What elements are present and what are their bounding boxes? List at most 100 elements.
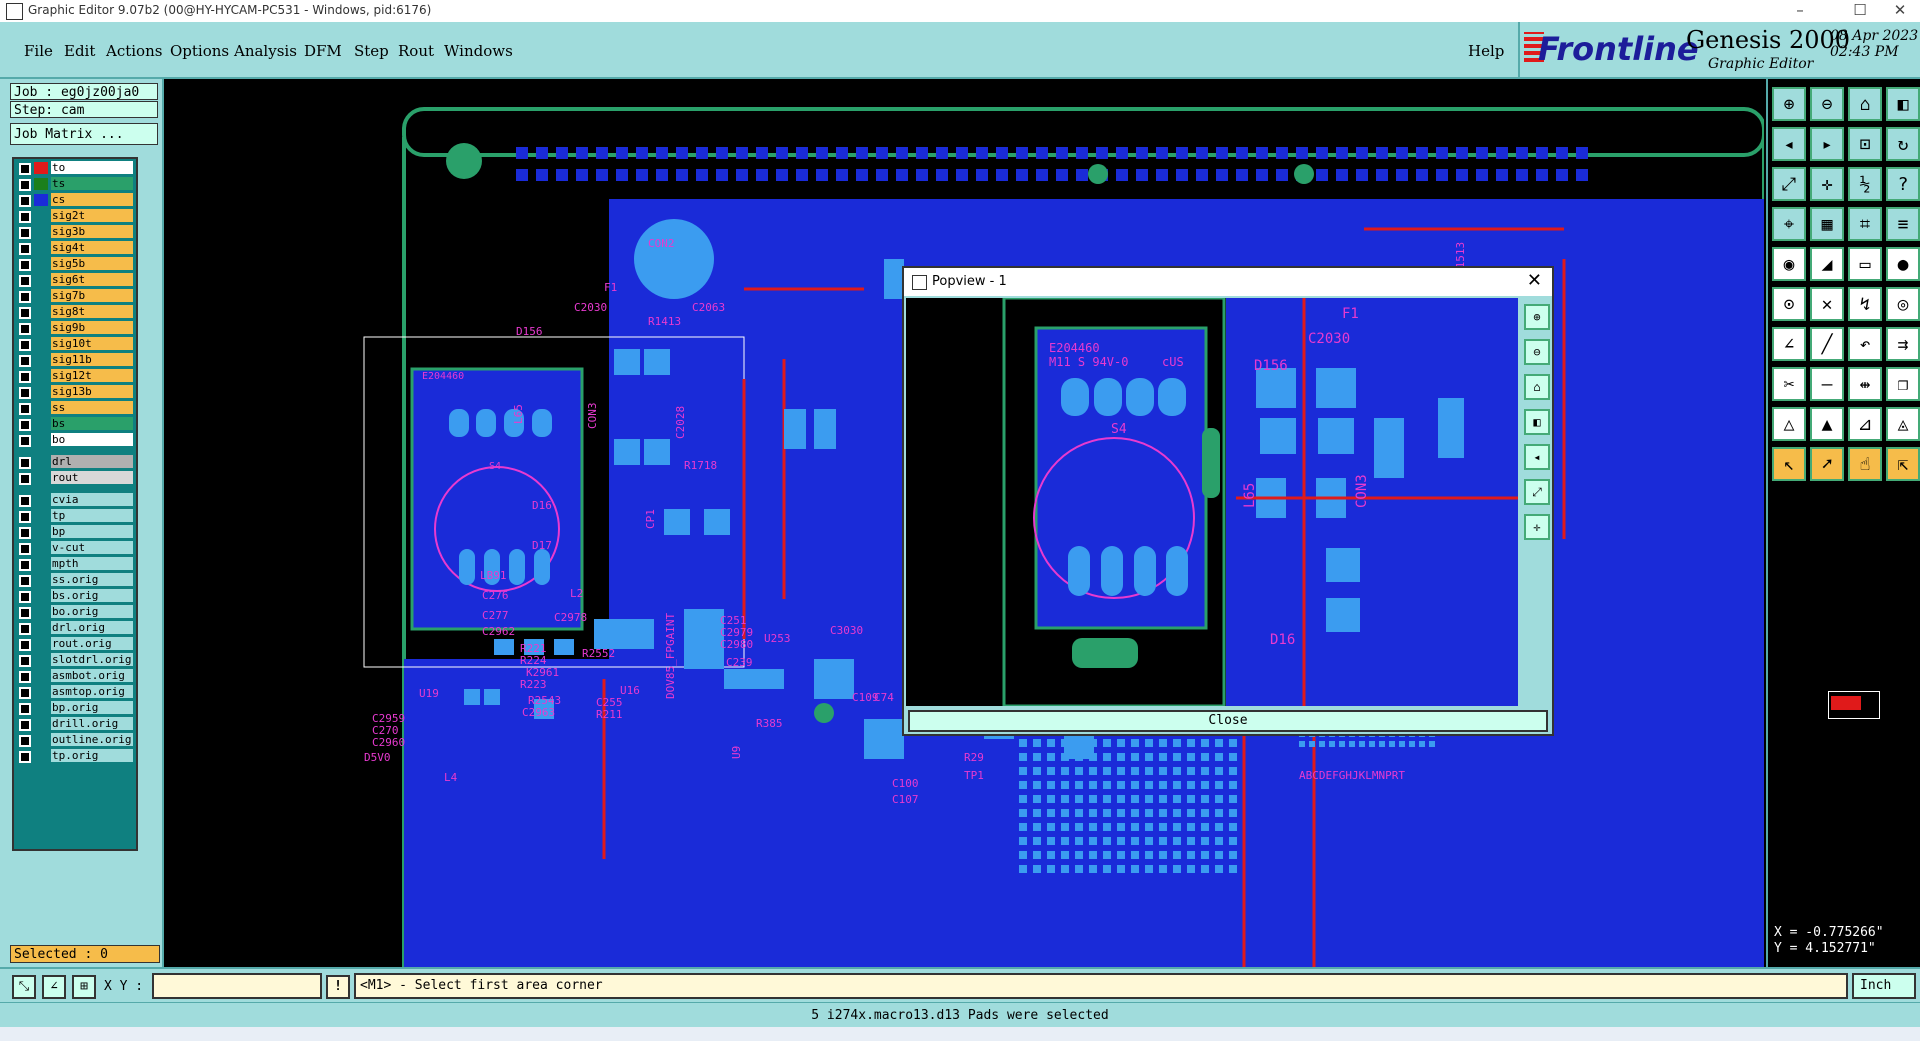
layer-checkbox[interactable] — [19, 687, 31, 699]
layer-row-sig3b[interactable]: sig3b — [14, 225, 134, 239]
layer-checkbox[interactable] — [19, 227, 31, 239]
layer-checkbox[interactable] — [19, 639, 31, 651]
center-icon[interactable]: ✛ — [1810, 167, 1844, 201]
menu-file[interactable]: File — [24, 42, 53, 60]
layer-checkbox[interactable] — [19, 473, 31, 485]
zoom-in-icon[interactable]: ⊕ — [1772, 87, 1806, 121]
layer-name[interactable]: sig2t — [51, 209, 133, 222]
triangle-fill-icon[interactable]: ⊿ — [1848, 407, 1882, 441]
layer-checkbox[interactable] — [19, 275, 31, 287]
pan-left-icon[interactable]: ◂ — [1772, 127, 1806, 161]
layer-checkbox[interactable] — [19, 355, 31, 367]
pop-center-icon[interactable]: ✛ — [1524, 514, 1550, 540]
job-matrix-button[interactable]: Job Matrix ... — [10, 123, 158, 145]
redraw-icon[interactable]: ↻ — [1886, 127, 1920, 161]
layer-name[interactable]: asmbot.orig — [51, 669, 133, 682]
layer-row-tp-orig[interactable]: tp.orig — [14, 749, 134, 763]
layer-name[interactable]: cs — [51, 193, 133, 206]
layer-name[interactable]: drl — [51, 455, 133, 468]
layer-name[interactable]: bs — [51, 417, 133, 430]
layer-name[interactable]: tp — [51, 509, 133, 522]
menu-analysis[interactable]: Analysis — [234, 42, 297, 60]
layer-name[interactable]: v-cut — [51, 541, 133, 554]
layer-checkbox[interactable] — [19, 607, 31, 619]
layer-row-sig4t[interactable]: sig4t — [14, 241, 134, 255]
draw-icon[interactable]: ◢ — [1810, 247, 1844, 281]
snap-icon[interactable]: ⌗ — [1848, 207, 1882, 241]
layer-checkbox[interactable] — [19, 291, 31, 303]
layer-checkbox[interactable] — [19, 419, 31, 431]
layer-row-outline-orig[interactable]: outline.orig — [14, 733, 134, 747]
layer-checkbox[interactable] — [19, 559, 31, 571]
layer-row-to[interactable]: to — [14, 161, 134, 175]
triangle-alt-icon[interactable]: ▲ — [1810, 407, 1844, 441]
pan-right-icon[interactable]: ▸ — [1810, 127, 1844, 161]
layer-name[interactable]: rout — [51, 471, 133, 484]
layer-row-v-cut[interactable]: v-cut — [14, 541, 134, 555]
layer-name[interactable]: sig8t — [51, 305, 133, 318]
layer-checkbox[interactable] — [19, 163, 31, 175]
zoom-prev-icon[interactable]: ◧ — [1886, 87, 1920, 121]
layer-name[interactable]: drl.orig — [51, 621, 133, 634]
layer-checkbox[interactable] — [19, 751, 31, 763]
triangle-outline-icon[interactable]: ◬ — [1886, 407, 1920, 441]
measure-tool-icon[interactable]: ∠ — [42, 975, 66, 999]
maximize-button[interactable]: ☐ — [1840, 1, 1880, 19]
layer-row-cvia[interactable]: cvia — [14, 493, 134, 507]
layer-name[interactable]: bo — [51, 433, 133, 446]
units-select[interactable]: Inch — [1852, 973, 1916, 999]
layer-row-bp-orig[interactable]: bp.orig — [14, 701, 134, 715]
popview-canvas[interactable]: E204460 M11 S 94V-0 cUS S4 F1 C2030 D156 L65 CON… — [906, 298, 1518, 706]
layer-row-sig7b[interactable]: sig7b — [14, 289, 134, 303]
layer-row-asmtop-orig[interactable]: asmtop.orig — [14, 685, 134, 699]
layer-row-sig10t[interactable]: sig10t — [14, 337, 134, 351]
layer-color-swatch[interactable] — [34, 194, 48, 206]
layer-row-ss-orig[interactable]: ss.orig — [14, 573, 134, 587]
layer-icon[interactable]: ≡ — [1886, 207, 1920, 241]
layer-name[interactable]: drill.orig — [51, 717, 133, 730]
node-icon[interactable]: ⊙ — [1772, 287, 1806, 321]
layer-row-sig6t[interactable]: sig6t — [14, 273, 134, 287]
layer-checkbox[interactable] — [19, 671, 31, 683]
layer-name[interactable]: sig11b — [51, 353, 133, 366]
layer-row-rout-orig[interactable]: rout.orig — [14, 637, 134, 651]
layer-checkbox[interactable] — [19, 495, 31, 507]
scale-icon[interactable]: ½ — [1848, 167, 1882, 201]
layer-row-sig12t[interactable]: sig12t — [14, 369, 134, 383]
layer-checkbox[interactable] — [19, 435, 31, 447]
menu-windows[interactable]: Windows — [444, 42, 513, 60]
minus-icon[interactable]: — — [1810, 367, 1844, 401]
layer-row-ts[interactable]: ts — [14, 177, 134, 191]
menu-actions[interactable]: Actions — [106, 42, 162, 60]
layer-checkbox[interactable] — [19, 623, 31, 635]
layer-checkbox[interactable] — [19, 703, 31, 715]
fit-all-icon[interactable]: ⤢ — [1772, 167, 1806, 201]
move-icon[interactable]: ⇹ — [1848, 367, 1882, 401]
pointer-alt-icon[interactable]: ➚ — [1810, 447, 1844, 481]
pointer-icon[interactable]: ↖ — [1772, 447, 1806, 481]
pop-fit-icon[interactable]: ⤢ — [1524, 479, 1550, 505]
layer-checkbox[interactable] — [19, 719, 31, 731]
layer-row-bp[interactable]: bp — [14, 525, 134, 539]
layer-name[interactable]: rout.orig — [51, 637, 133, 650]
route-icon[interactable]: ⇉ — [1886, 327, 1920, 361]
layer-row-sig11b[interactable]: sig11b — [14, 353, 134, 367]
layer-checkbox[interactable] — [19, 323, 31, 335]
pad-icon[interactable]: ● — [1886, 247, 1920, 281]
layer-name[interactable]: sig4t — [51, 241, 133, 254]
layer-checkbox[interactable] — [19, 457, 31, 469]
measure-icon[interactable]: ⌖ — [1772, 207, 1806, 241]
layer-row-drl-orig[interactable]: drl.orig — [14, 621, 134, 635]
layer-name[interactable]: mpth — [51, 557, 133, 570]
layer-name[interactable]: ts — [51, 177, 133, 190]
layer-row-drill-orig[interactable]: drill.orig — [14, 717, 134, 731]
layer-row-bs[interactable]: bs — [14, 417, 134, 431]
cut-icon[interactable]: ✂ — [1772, 367, 1806, 401]
layer-row-cs[interactable]: cs — [14, 193, 134, 207]
home-icon[interactable]: ⌂ — [1848, 87, 1882, 121]
navigator-viewport[interactable] — [1831, 696, 1861, 710]
layer-name[interactable]: bp — [51, 525, 133, 538]
layer-checkbox[interactable] — [19, 511, 31, 523]
close-window-button[interactable]: ✕ — [1880, 1, 1920, 19]
layer-checkbox[interactable] — [19, 591, 31, 603]
